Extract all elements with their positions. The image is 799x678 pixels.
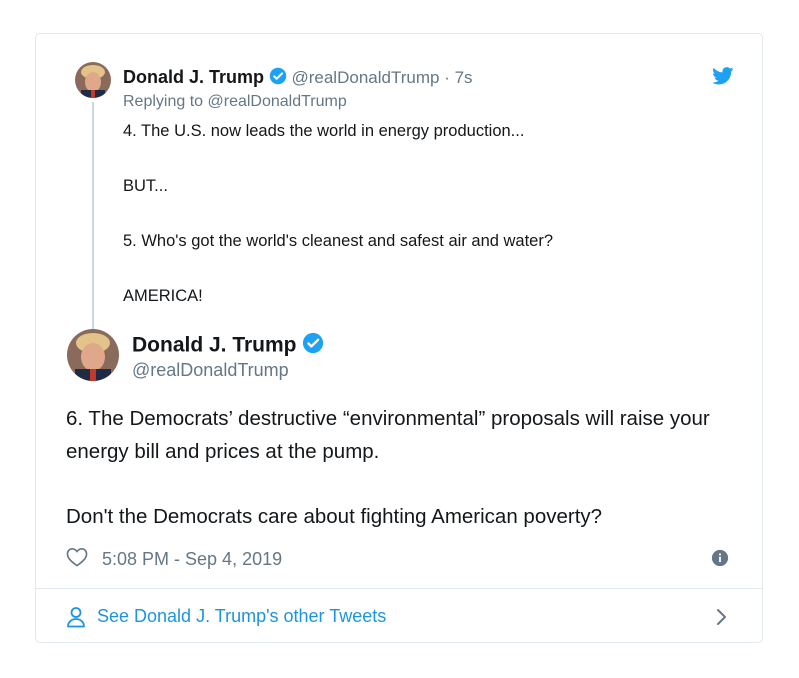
parent-tweet-text: 4. The U.S. now leads the world in energ… bbox=[123, 120, 553, 307]
person-icon bbox=[66, 606, 86, 633]
see-other-tweets-link[interactable]: See Donald J. Trump's other Tweets bbox=[97, 606, 386, 627]
parent-display-name[interactable]: Donald J. Trump bbox=[123, 67, 264, 87]
tweet-meta: 5:08 PM - Sep 4, 2019 bbox=[66, 547, 282, 571]
main-tweet-text: 6. The Democrats’ destructive “environme… bbox=[66, 402, 726, 533]
chevron-right-icon[interactable] bbox=[716, 608, 728, 631]
main-display-name[interactable]: Donald J. Trump bbox=[132, 334, 297, 357]
verified-badge-icon bbox=[269, 67, 287, 91]
twitter-bird-icon[interactable] bbox=[712, 67, 734, 90]
heart-icon[interactable] bbox=[66, 547, 88, 572]
thread-connector-line bbox=[92, 102, 94, 360]
parent-line-blank bbox=[123, 252, 553, 285]
other-tweets-footer[interactable]: See Donald J. Trump's other Tweets bbox=[36, 588, 762, 644]
main-paragraph: 6. The Democrats’ destructive “environme… bbox=[66, 407, 710, 463]
parent-line: 5. Who's got the world's cleanest and sa… bbox=[123, 232, 554, 250]
main-handle[interactable]: @realDonaldTrump bbox=[132, 360, 289, 381]
replying-to[interactable]: Replying to @realDonaldTrump bbox=[123, 93, 347, 111]
meta-separator: · bbox=[444, 68, 450, 87]
embedded-tweet-card: Donald J. Trump @realDonaldTrump · 7s Re… bbox=[35, 33, 763, 643]
parent-line-blank bbox=[123, 142, 553, 175]
parent-time-ago[interactable]: 7s bbox=[455, 68, 473, 87]
timestamp[interactable]: 5:08 PM - Sep 4, 2019 bbox=[102, 549, 282, 570]
parent-line: 4. The U.S. now leads the world in energ… bbox=[123, 122, 525, 140]
parent-avatar[interactable] bbox=[75, 62, 111, 98]
parent-line: BUT... bbox=[123, 177, 168, 195]
parent-header: Donald J. Trump @realDonaldTrump · 7s bbox=[123, 66, 473, 91]
parent-line: AMERICA! bbox=[123, 287, 203, 305]
parent-handle[interactable]: @realDonaldTrump bbox=[291, 68, 439, 87]
main-avatar[interactable] bbox=[67, 329, 119, 381]
verified-badge-icon bbox=[302, 332, 324, 360]
parent-line-blank bbox=[123, 197, 553, 230]
main-paragraph: Don't the Democrats care about fighting … bbox=[66, 505, 603, 528]
main-header: Donald J. Trump bbox=[132, 332, 324, 360]
info-icon[interactable] bbox=[711, 549, 729, 572]
